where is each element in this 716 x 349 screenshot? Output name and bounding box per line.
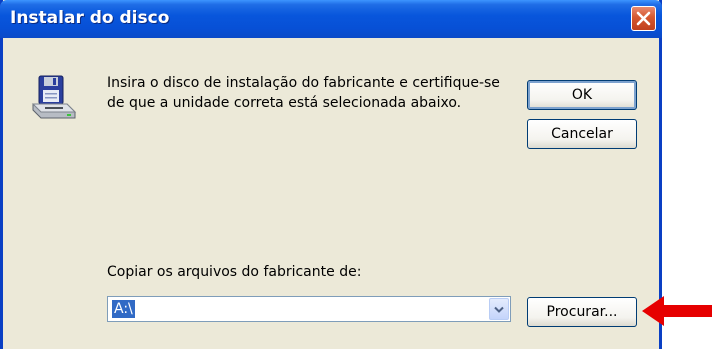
instruction-message: Insira o disco de instalação do fabrican… — [107, 73, 517, 113]
red-arrow-icon — [642, 296, 712, 326]
close-button[interactable] — [631, 6, 656, 31]
browse-button[interactable]: Procurar... — [527, 297, 637, 327]
install-from-disk-dialog: Instalar do disco Insira o disco de inst… — [0, 0, 662, 349]
message-line-1: Insira o disco de instalação do fabrican… — [107, 75, 500, 91]
close-icon — [636, 11, 651, 26]
dropdown-button[interactable] — [489, 298, 509, 320]
copy-from-label: Copiar os arquivos do fabricante de: — [107, 264, 362, 280]
title-bar[interactable]: Instalar do disco — [0, 0, 662, 38]
source-path-combobox[interactable]: A:\ — [107, 296, 511, 322]
floppy-disk-drive-icon — [31, 75, 77, 119]
message-line-2: de que a unidade correta está selecionad… — [107, 95, 462, 111]
ok-button[interactable]: OK — [527, 80, 637, 110]
window-title: Instalar do disco — [10, 8, 170, 28]
cancel-button[interactable]: Cancelar — [527, 119, 637, 149]
chevron-down-icon — [494, 306, 504, 313]
source-path-value[interactable]: A:\ — [112, 300, 135, 318]
